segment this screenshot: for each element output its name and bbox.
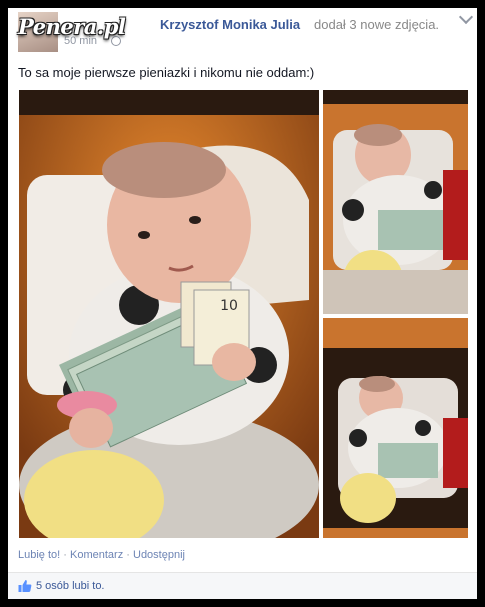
likes-count[interactable]: 5 osób lubi to. bbox=[36, 580, 105, 592]
banknote-10-label: 10 bbox=[220, 298, 238, 314]
post-header: Penera.pl Krzysztof Monika Julia dodał 3… bbox=[8, 8, 477, 58]
separator: · bbox=[126, 549, 130, 561]
photo-main[interactable]: 50 10 bbox=[19, 90, 319, 538]
author-link[interactable]: Krzysztof Monika Julia bbox=[160, 17, 300, 32]
post-action-text: dodał 3 nowe zdjęcia. bbox=[314, 17, 440, 32]
post-card: Penera.pl Krzysztof Monika Julia dodał 3… bbox=[8, 8, 477, 599]
post-text: To sa moje pierwsze pieniazki i nikomu n… bbox=[18, 65, 315, 80]
like-link[interactable]: Lubię to! bbox=[18, 549, 60, 561]
photo-secondary-bottom[interactable] bbox=[323, 318, 468, 538]
likes-bar: 5 osób lubi to. bbox=[8, 572, 477, 599]
watermark-logo: Penera.pl bbox=[18, 14, 126, 39]
photo-top-image bbox=[323, 90, 468, 314]
photo-secondary-top[interactable] bbox=[323, 90, 468, 314]
photo-main-image: 50 10 bbox=[19, 90, 319, 538]
separator: · bbox=[63, 549, 67, 561]
thumbs-up-icon bbox=[18, 580, 32, 592]
chevron-down-icon[interactable] bbox=[458, 9, 474, 25]
share-link[interactable]: Udostępnij bbox=[133, 549, 185, 561]
post-actions: Lubię to! · Komentarz · Udostępnij bbox=[18, 549, 185, 561]
comment-link[interactable]: Komentarz bbox=[70, 549, 123, 561]
photo-bottom-image bbox=[323, 318, 468, 538]
